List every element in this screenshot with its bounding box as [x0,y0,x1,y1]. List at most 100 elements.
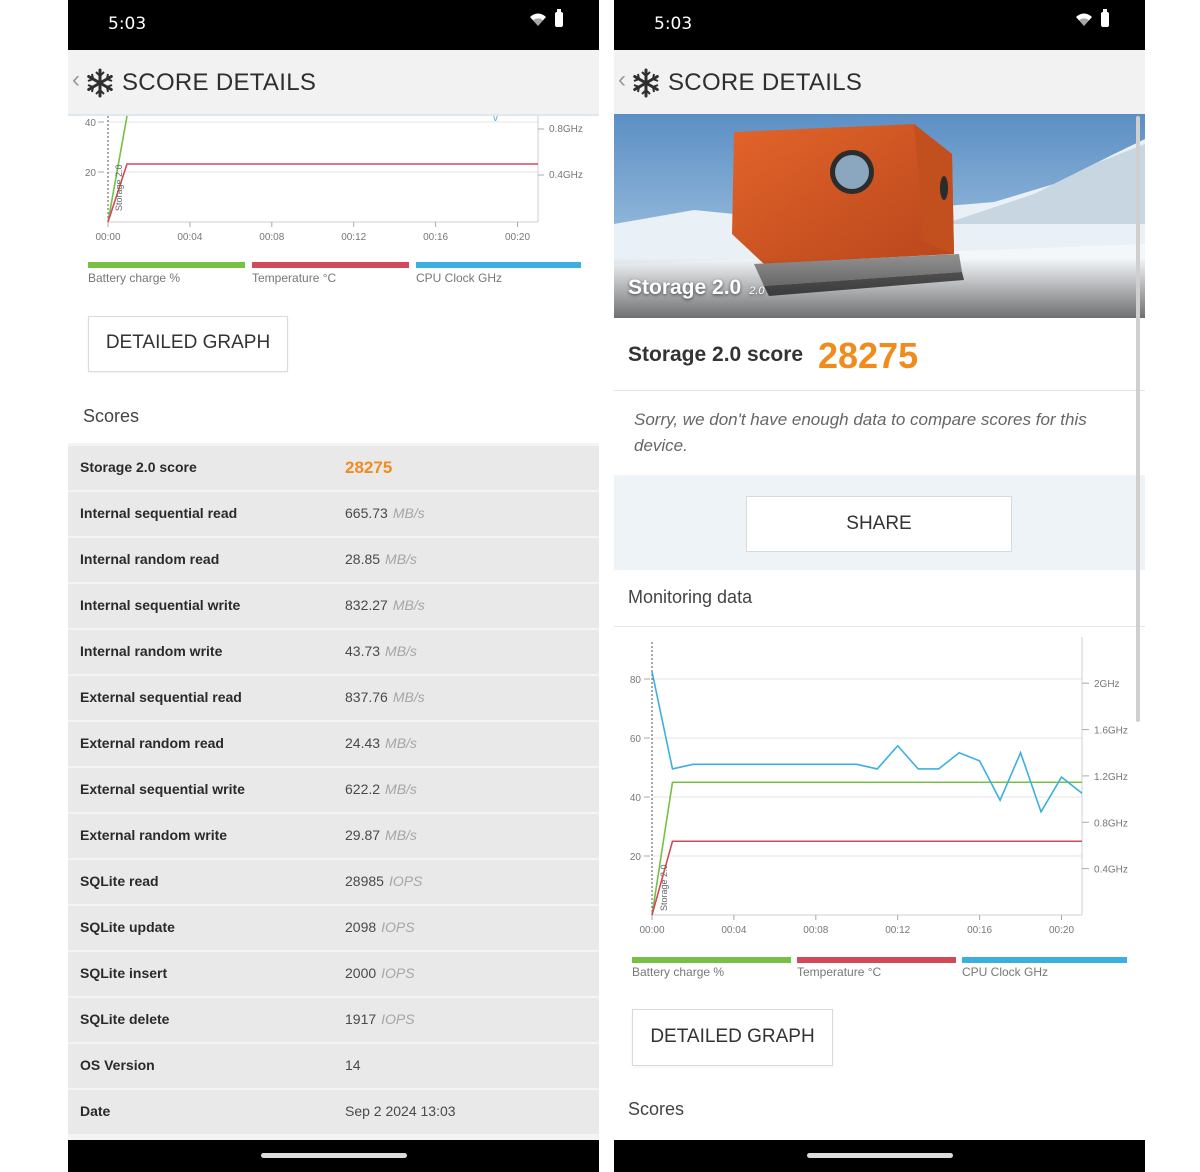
x-tick-label: 00:12 [341,232,366,243]
scores-heading: Scores [628,1099,685,1119]
score-row-unit: MB/s [392,505,425,521]
score-row-unit: MB/s [385,551,417,567]
score-row-unit: MB/s [385,735,417,751]
y-tick-label: 20 [630,852,642,863]
battery-icon [1101,9,1109,27]
x-tick-label: 00:08 [803,925,828,936]
score-row-unit: IOPS [381,965,415,981]
legend-label-cpu: CPU Clock GHz [416,271,503,285]
score-row-label: Internal sequential read [80,505,238,521]
x-tick-label: 00:20 [1049,925,1074,936]
right-tick-label: 0.4GHz [1094,865,1128,876]
hero-image: Storage 2.0 2.0 [614,114,1145,318]
score-row-value: 832.27 MB/s [345,597,425,613]
score-row-label: External sequential read [80,689,242,705]
y-tick-label: 40 [630,793,642,804]
detailed-graph-button[interactable]: DETAILED GRAPH [88,316,288,372]
score-row-number: 2098 [345,919,377,935]
score-row-value: 24.43 MB/s [345,735,417,751]
legend-swatch-cpu [962,957,1127,963]
score-row-number: 28.85 [345,551,381,567]
snowflake-icon [87,68,113,98]
score-row-value: 837.76 MB/s [345,689,425,705]
hero-caption: Storage 2.0 2.0 [628,276,765,300]
score-summary-row: Storage 2.0 score 28275 [614,318,1145,391]
x-tick-label: 00:12 [885,925,910,936]
scores-heading: Scores [83,406,140,426]
score-row-unit: IOPS [381,1011,415,1027]
marker-label: Storage 2.0 [659,864,669,911]
score-row-number: 665.73 [345,505,388,521]
status-bar: 5:03 [614,0,1145,50]
app-header: ‹ SCORE DETAILS [68,50,599,116]
score-summary-value: 28275 [818,335,919,376]
wifi-icon [1076,13,1092,26]
score-row-unit: MB/s [392,597,425,613]
score-row-unit: MB/s [385,643,417,659]
score-row: External random read 24.43 MB/s [68,722,599,766]
score-row-number: 28985 [345,873,384,889]
score-row-unit: IOPS [381,919,415,935]
y-tick-label: 80 [630,675,642,686]
temperature-series-line [107,163,538,223]
right-tick-label: 0.8GHz [549,124,583,135]
detailed-graph-button[interactable]: DETAILED GRAPH [632,1009,833,1066]
legend-swatch-cpu [416,262,581,268]
monitoring-heading: Monitoring data [628,587,753,607]
scrollbar[interactable] [1136,116,1140,722]
chart-panel: 40 20 0.8GHz 0.4GHz 00:00 00:04 00:08 00:12… [68,116,599,443]
score-row-value: Sep 2 2024 13:03 [345,1103,456,1119]
score-row-number: 24.43 [345,735,381,751]
score-row-unit: MB/s [385,781,417,797]
x-tick-label: 00:00 [95,232,120,243]
score-row-value: 1917 IOPS [345,1011,415,1027]
score-row-unit: MB/s [392,689,425,705]
battery-series-line [651,781,1082,916]
score-row-label: SQLite update [80,919,175,935]
right-tick-label: 0.4GHz [549,170,583,181]
score-row: SQLite update 2098 IOPS [68,906,599,950]
battery-icon [555,9,563,27]
legend-label-battery: Battery charge % [632,965,725,979]
score-row-label: External random write [80,827,228,843]
score-row-unit: IOPS [388,873,423,889]
right-tick-label: 1.6GHz [1094,726,1128,737]
chevron-left-icon[interactable]: ‹ [618,68,626,92]
score-row: SQLite delete 1917 IOPS [68,998,599,1042]
score-row: Date Sep 2 2024 13:03 [68,1090,599,1134]
home-indicator[interactable] [260,1153,407,1158]
chevron-left-icon[interactable]: ‹ [72,68,80,92]
x-tick-labels: 00:00 00:04 00:08 00:12 00:16 00:20 [95,222,530,243]
share-area: SHARE [614,476,1145,570]
score-row: External sequential read 837.76 MB/s [68,676,599,720]
score-row-number: Sep 2 2024 13:03 [345,1103,456,1119]
score-row-value: 622.2 MB/s [345,781,417,797]
compare-message-box: Sorry, we don't have enough data to comp… [614,391,1145,475]
score-row-number: 837.76 [345,689,388,705]
score-row-value: 665.73 MB/s [345,505,425,521]
score-row-unit: MB/s [385,827,417,843]
score-row-number: 622.2 [345,781,381,797]
score-row-label: SQLite delete [80,1011,170,1027]
y-tick-label: 60 [630,734,642,745]
score-row-label: Internal random read [80,551,220,567]
score-row: External random write 29.87 MB/s [68,814,599,858]
score-row-label: Date [80,1103,111,1119]
x-tick-label: 00:00 [639,925,664,936]
phone-right-screen: 5:03 ‹ SCORE DETAILS Storage 2.0 2.0 Sto… [614,0,1145,1172]
score-row-value: 29.87 MB/s [345,827,417,843]
right-tick-label: 1.2GHz [1094,772,1128,783]
hero-version: 2.0 [749,285,765,297]
score-row-number: 832.27 [345,597,388,613]
monitoring-panel: 100806040202GHz1.6GHz1.2GHz0.8GHz0.4GHz0… [614,627,1145,1140]
score-row-label: OS Version [80,1057,155,1073]
home-indicator[interactable] [806,1153,953,1158]
share-button[interactable]: SHARE [746,496,1012,552]
legend-swatch-battery [632,957,791,963]
score-row: Internal sequential write 832.27 MB/s [68,584,599,628]
score-row-label: External random read [80,735,224,751]
right-tick-label: 2GHz [1094,679,1120,690]
legend-label-temperature: Temperature °C [252,271,337,285]
score-row-value: 28.85 MB/s [345,551,417,567]
hero-caption-title: Storage 2.0 [628,276,742,299]
